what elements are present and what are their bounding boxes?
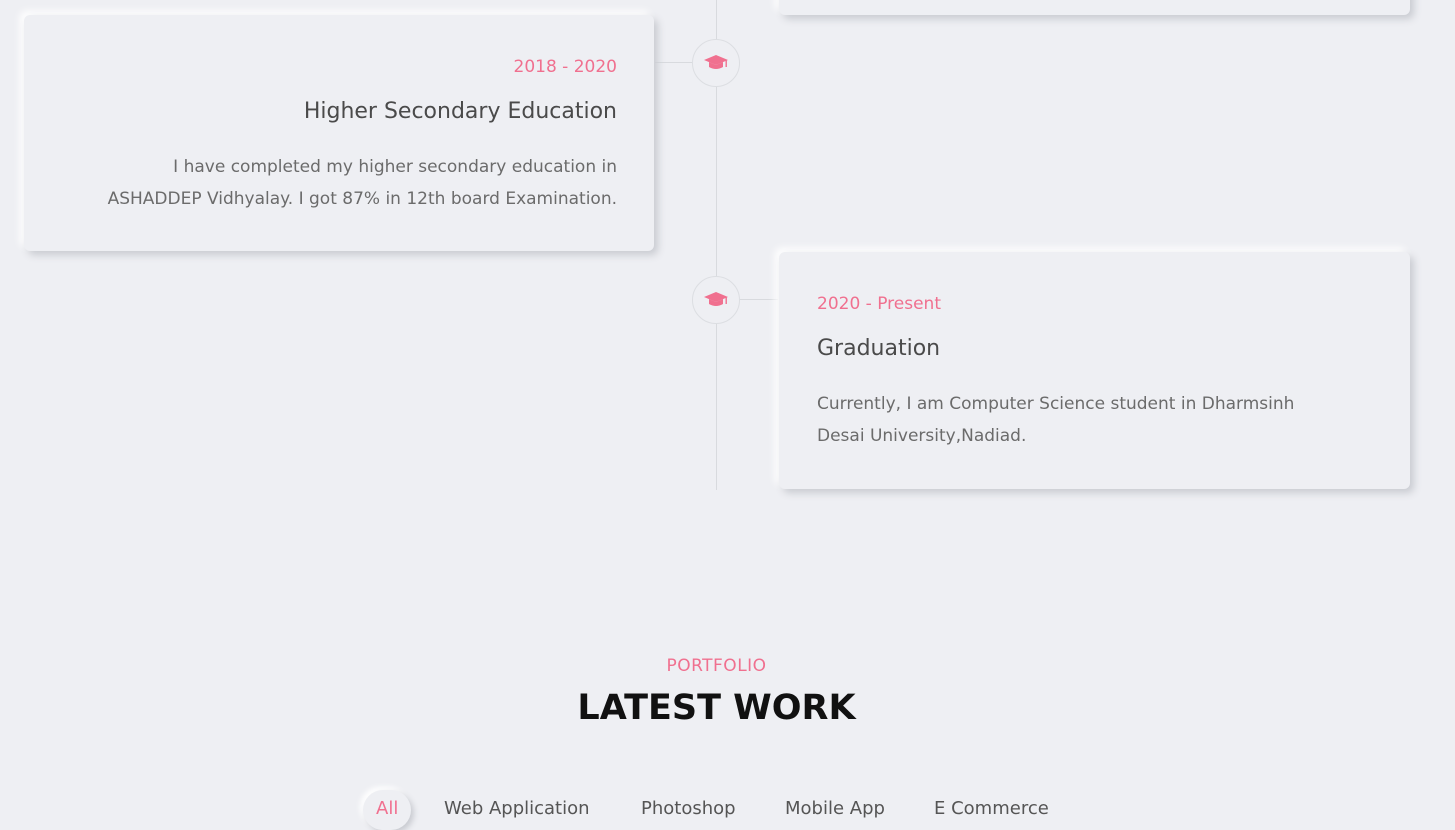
timeline-node: [692, 39, 740, 87]
filter-e-commerce[interactable]: E Commerce: [934, 790, 1049, 830]
timeline-title: Higher Secondary Education: [303, 99, 617, 124]
timeline-node: [692, 276, 740, 324]
filter-mobile-app[interactable]: Mobile App: [785, 790, 885, 830]
portfolio-title: LATEST WORK: [577, 688, 856, 728]
graduation-cap-icon: [704, 292, 728, 306]
filter-web-application[interactable]: Web Application: [444, 790, 590, 830]
timeline-description-line: I have completed my higher secondary edu…: [173, 157, 617, 177]
timeline-description-line: Currently, I am Computer Science student…: [817, 394, 1295, 414]
timeline-card-higher-secondary: 2018 - 2020 Higher Secondary Education I…: [24, 15, 654, 251]
timeline-connector: [740, 299, 778, 300]
portfolio-subtitle: PORTFOLIO: [666, 656, 767, 676]
timeline-card-partial: [779, 0, 1410, 15]
timeline-description-line: ASHADDEP Vidhyalay. I got 87% in 12th bo…: [107, 189, 617, 209]
timeline-card-graduation: 2020 - Present Graduation Currently, I a…: [779, 252, 1410, 489]
filter-all[interactable]: All: [363, 790, 411, 830]
timeline-description-line: Desai University,Nadiad.: [817, 426, 1027, 446]
timeline-date: 2018 - 2020: [513, 57, 617, 77]
timeline-date: 2020 - Present: [817, 294, 941, 314]
graduation-cap-icon: [704, 55, 728, 69]
timeline-title: Graduation: [817, 336, 941, 361]
timeline-connector: [655, 62, 693, 63]
filter-photoshop[interactable]: Photoshop: [641, 790, 736, 830]
